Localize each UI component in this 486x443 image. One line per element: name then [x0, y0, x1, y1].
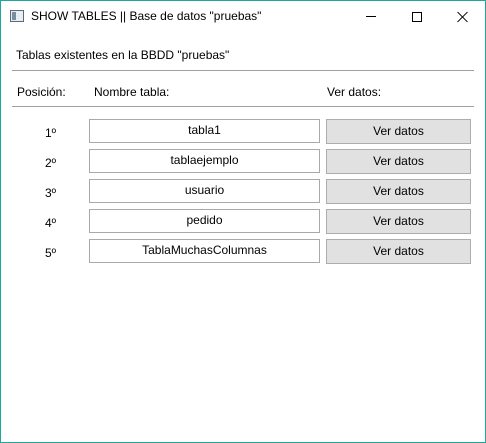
table-row: 2º tablaejemplo Ver datos	[1, 149, 485, 175]
row-position: 1º	[45, 126, 57, 140]
view-data-button[interactable]: Ver datos	[326, 239, 471, 264]
row-position: 3º	[45, 186, 57, 200]
close-button[interactable]	[440, 1, 486, 32]
window-app-icon	[10, 10, 24, 22]
title-bar[interactable]: SHOW TABLES || Base de datos "pruebas"	[1, 1, 485, 32]
table-name-field[interactable]: tablaejemplo	[89, 149, 320, 173]
window-title: SHOW TABLES || Base de datos "pruebas"	[31, 9, 262, 23]
header-position: Posición:	[17, 85, 66, 99]
maximize-button[interactable]	[394, 1, 440, 32]
divider-header	[12, 106, 474, 107]
row-position: 5º	[45, 246, 57, 260]
minimize-icon	[366, 16, 376, 17]
view-data-button[interactable]: Ver datos	[326, 209, 471, 234]
table-name-field[interactable]: TablaMuchasColumnas	[89, 239, 320, 263]
row-position: 4º	[45, 216, 57, 230]
view-data-button[interactable]: Ver datos	[326, 119, 471, 144]
table-row: 3º usuario Ver datos	[1, 179, 485, 205]
header-view-data: Ver datos:	[327, 85, 382, 99]
tables-subtitle: Tablas existentes en la BBDD "pruebas"	[16, 48, 230, 62]
row-position: 2º	[45, 156, 57, 170]
table-name-field[interactable]: pedido	[89, 209, 320, 233]
header-table-name: Nombre tabla:	[94, 85, 170, 99]
close-icon	[457, 11, 469, 23]
table-row: 1º tabla1 Ver datos	[1, 119, 485, 145]
app-window: SHOW TABLES || Base de datos "pruebas" T…	[0, 0, 486, 443]
view-data-button[interactable]: Ver datos	[326, 149, 471, 174]
minimize-button[interactable]	[348, 1, 394, 32]
table-row: 5º TablaMuchasColumnas Ver datos	[1, 239, 485, 265]
table-name-field[interactable]: usuario	[89, 179, 320, 203]
maximize-icon	[412, 11, 422, 22]
table-name-field[interactable]: tabla1	[89, 119, 320, 143]
view-data-button[interactable]: Ver datos	[326, 179, 471, 204]
divider-top	[12, 70, 474, 71]
table-row: 4º pedido Ver datos	[1, 209, 485, 235]
